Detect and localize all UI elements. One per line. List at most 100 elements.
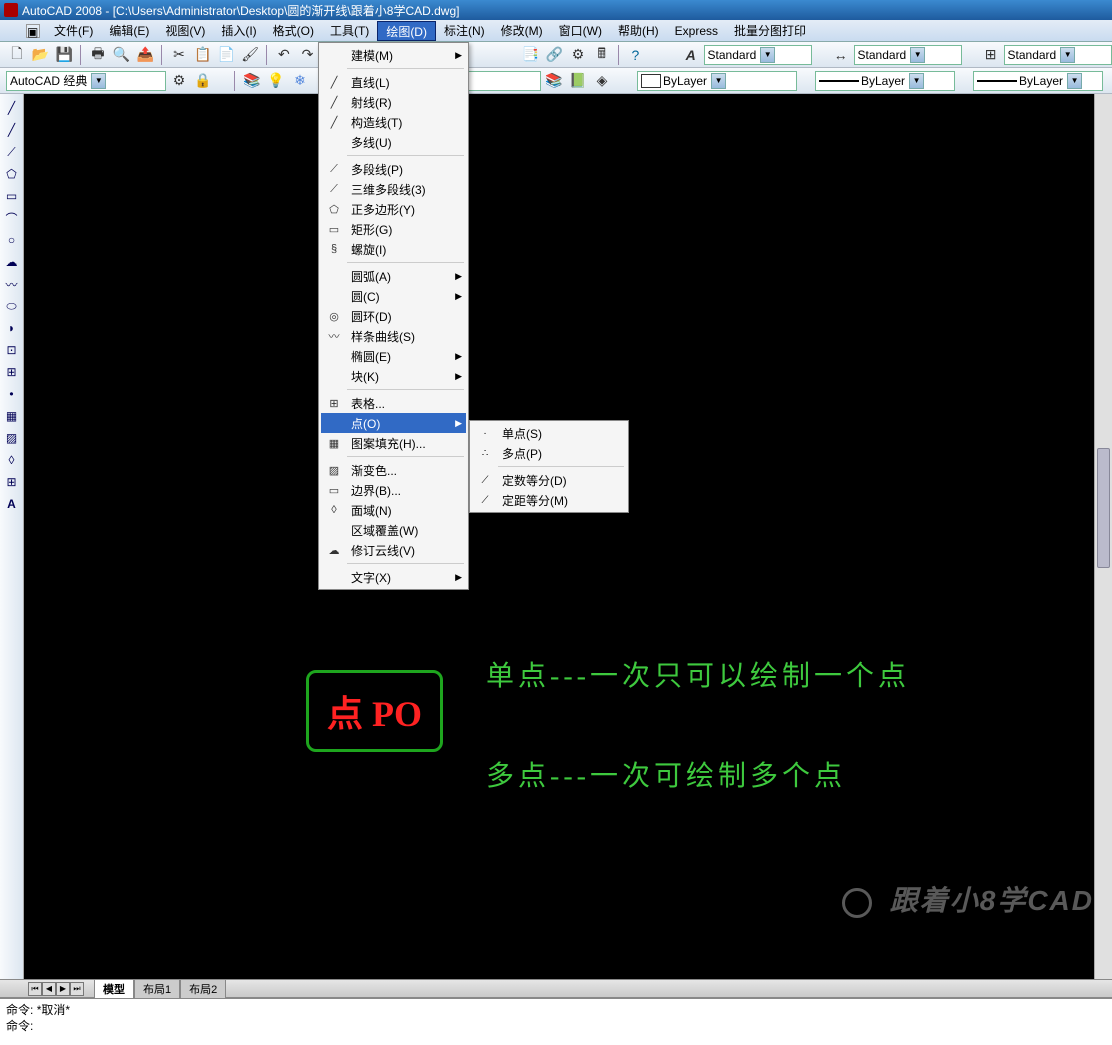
- command-input[interactable]: [37, 1018, 1106, 1032]
- submenu-single-point[interactable]: ·单点(S): [472, 423, 626, 443]
- publish-icon[interactable]: 📤: [135, 44, 157, 66]
- menu-mline[interactable]: 多线(U): [321, 132, 466, 152]
- redo-icon[interactable]: ↷: [297, 44, 319, 66]
- tablestyle-icon[interactable]: ⊞: [980, 44, 1002, 66]
- hatch-tool-icon[interactable]: ▦: [2, 406, 22, 426]
- ellipsearc-tool-icon[interactable]: ◗: [2, 318, 22, 338]
- line-tool-icon[interactable]: ╱: [2, 98, 22, 118]
- menu-modeling[interactable]: 建模(M) ▶: [321, 45, 466, 65]
- spline-tool-icon[interactable]: 〰: [2, 274, 22, 294]
- sheetset-icon[interactable]: 📑: [520, 44, 542, 66]
- workspace-dropdown[interactable]: AutoCAD 经典 ▼: [6, 71, 166, 91]
- menu-draw[interactable]: 绘图(D): [377, 21, 436, 41]
- layer-on-icon[interactable]: 💡: [265, 70, 287, 92]
- menu-format[interactable]: 格式(O): [265, 21, 322, 41]
- table-style-dropdown[interactable]: Standard ▼: [1004, 45, 1112, 65]
- tab-prev-icon[interactable]: ◀: [42, 982, 56, 996]
- point-tool-icon[interactable]: •: [2, 384, 22, 404]
- layer-manager-icon[interactable]: 📚: [241, 70, 263, 92]
- text-style-dropdown[interactable]: Standard ▼: [704, 45, 812, 65]
- menu-point[interactable]: 点(O)▶: [321, 413, 466, 433]
- markup-icon[interactable]: 🔗: [543, 44, 565, 66]
- polygon-tool-icon[interactable]: ⬠: [2, 164, 22, 184]
- menu-help[interactable]: 帮助(H): [610, 21, 667, 41]
- dim-style-dropdown[interactable]: Standard ▼: [854, 45, 962, 65]
- open-icon[interactable]: 📂: [30, 44, 52, 66]
- submenu-measure[interactable]: ⟋定距等分(M): [472, 490, 626, 510]
- menu-table[interactable]: ⊞表格...: [321, 393, 466, 413]
- submenu-divide[interactable]: ⟋定数等分(D): [472, 470, 626, 490]
- rect-tool-icon[interactable]: ▭: [2, 186, 22, 206]
- command-input-line[interactable]: 命令:: [6, 1017, 1106, 1033]
- menu-wipeout[interactable]: 区域覆盖(W): [321, 520, 466, 540]
- dimstyle-icon[interactable]: ↔: [830, 44, 852, 66]
- menu-view[interactable]: 视图(V): [157, 21, 213, 41]
- undo-icon[interactable]: ↶: [273, 44, 295, 66]
- menu-donut[interactable]: ◎圆环(D): [321, 306, 466, 326]
- menu-tools[interactable]: 工具(T): [322, 21, 377, 41]
- revcloud-tool-icon[interactable]: ☁: [2, 252, 22, 272]
- menu-modify[interactable]: 修改(M): [493, 21, 551, 41]
- menu-region[interactable]: ◊面域(N): [321, 500, 466, 520]
- tab-model[interactable]: 模型: [94, 979, 134, 998]
- pline-tool-icon[interactable]: ⟋: [2, 142, 22, 162]
- menu-circle[interactable]: 圆(C)▶: [321, 286, 466, 306]
- workspace-save-icon[interactable]: 🔒: [192, 70, 214, 92]
- menu-revcloud[interactable]: ☁修订云线(V): [321, 540, 466, 560]
- menu-ellipse[interactable]: 椭圆(E)▶: [321, 346, 466, 366]
- scrollbar-thumb[interactable]: [1097, 448, 1110, 568]
- xline-tool-icon[interactable]: ╱: [2, 120, 22, 140]
- layer-prev-icon[interactable]: 📚: [543, 70, 565, 92]
- vertical-scrollbar[interactable]: [1094, 94, 1112, 979]
- calc-icon[interactable]: 🖩: [591, 44, 613, 66]
- new-icon[interactable]: 🗋: [6, 44, 28, 66]
- menu-file[interactable]: 文件(F): [46, 21, 101, 41]
- menu-block[interactable]: 块(K)▶: [321, 366, 466, 386]
- submenu-multi-point[interactable]: ∴多点(P): [472, 443, 626, 463]
- makeblock-tool-icon[interactable]: ⊞: [2, 362, 22, 382]
- cut-icon[interactable]: ✂: [168, 44, 190, 66]
- save-icon[interactable]: 💾: [53, 44, 75, 66]
- print-icon[interactable]: 🖶: [87, 44, 109, 66]
- layer-freeze-icon[interactable]: ❄: [289, 70, 311, 92]
- copy-icon[interactable]: 📋: [192, 44, 214, 66]
- textstyle-icon[interactable]: A: [680, 44, 702, 66]
- menu-helix[interactable]: §螺旋(I): [321, 239, 466, 259]
- menu-3dpline[interactable]: ⟋三维多段线(3): [321, 179, 466, 199]
- tab-first-icon[interactable]: ⏮: [28, 982, 42, 996]
- layer-iso-icon[interactable]: ◈: [591, 70, 613, 92]
- menu-hatch[interactable]: ▦图案填充(H)...: [321, 433, 466, 453]
- match-icon[interactable]: 🖌: [239, 44, 261, 66]
- tab-layout1[interactable]: 布局1: [134, 979, 180, 998]
- menu-edit[interactable]: 编辑(E): [101, 21, 157, 41]
- tab-last-icon[interactable]: ⏭: [70, 982, 84, 996]
- drawing-canvas[interactable]: 点 PO 单点---一次只可以绘制一个点 多点---一次可绘制多个点 跟着小8学…: [24, 94, 1112, 979]
- restore-icon[interactable]: ▣: [26, 24, 40, 38]
- menu-pline[interactable]: ⟋多段线(P): [321, 159, 466, 179]
- linetype-dropdown[interactable]: ByLayer ▼: [815, 71, 955, 91]
- arc-tool-icon[interactable]: ⌒: [2, 208, 22, 228]
- menu-spline[interactable]: 〰样条曲线(S): [321, 326, 466, 346]
- tab-layout2[interactable]: 布局2: [180, 979, 226, 998]
- menu-ray[interactable]: ╱射线(R): [321, 92, 466, 112]
- preview-icon[interactable]: 🔍: [111, 44, 133, 66]
- menu-insert[interactable]: 插入(I): [213, 21, 264, 41]
- table-tool-icon[interactable]: ⊞: [2, 472, 22, 492]
- region-tool-icon[interactable]: ◊: [2, 450, 22, 470]
- help-icon[interactable]: ?: [625, 44, 647, 66]
- menu-gradient[interactable]: ▨渐变色...: [321, 460, 466, 480]
- menu-dim[interactable]: 标注(N): [436, 21, 493, 41]
- menu-arc[interactable]: 圆弧(A)▶: [321, 266, 466, 286]
- render-icon[interactable]: ⚙: [567, 44, 589, 66]
- paste-icon[interactable]: 📄: [216, 44, 238, 66]
- layer-states-icon[interactable]: 📗: [567, 70, 589, 92]
- menu-polygon[interactable]: ⬠正多边形(Y): [321, 199, 466, 219]
- insertblock-tool-icon[interactable]: ⊡: [2, 340, 22, 360]
- menu-line[interactable]: ╱直线(L): [321, 72, 466, 92]
- ellipse-tool-icon[interactable]: ⬭: [2, 296, 22, 316]
- menu-batch-print[interactable]: 批量分图打印: [726, 21, 814, 41]
- menu-text[interactable]: 文字(X)▶: [321, 567, 466, 587]
- lineweight-dropdown[interactable]: ByLayer ▼: [973, 71, 1103, 91]
- menu-window[interactable]: 窗口(W): [551, 21, 610, 41]
- circle-tool-icon[interactable]: ○: [2, 230, 22, 250]
